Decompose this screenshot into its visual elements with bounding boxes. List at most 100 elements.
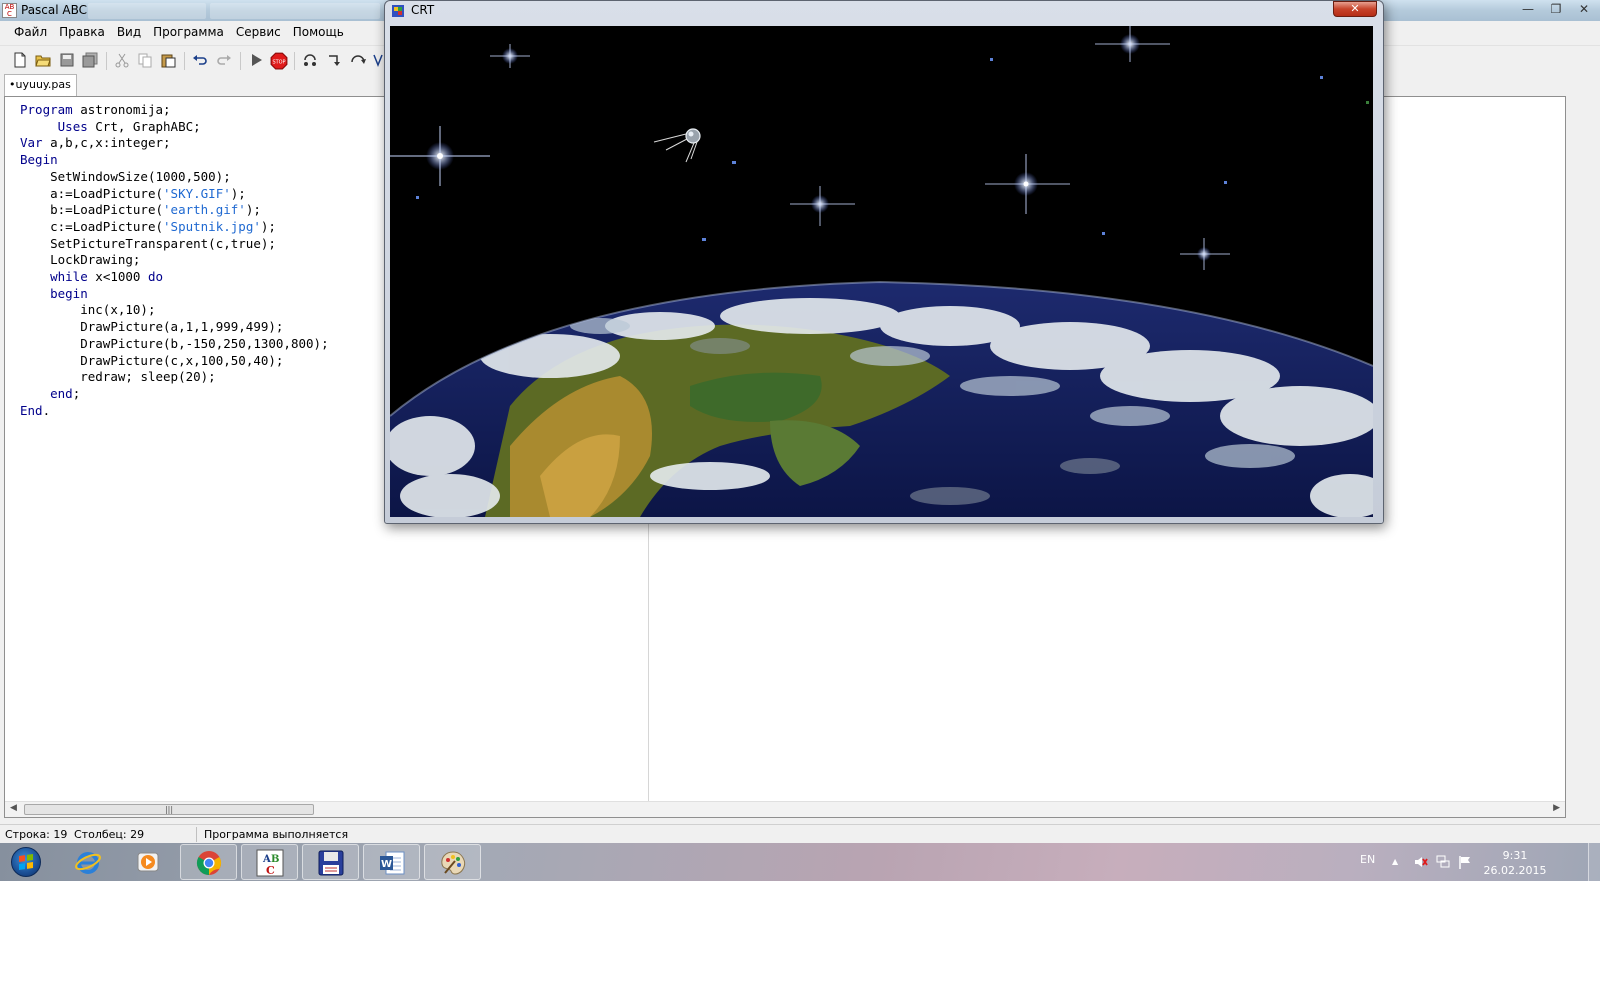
status-column: Столбец: 29 <box>74 828 145 841</box>
undo-icon[interactable] <box>192 52 208 68</box>
taskbar-media-player[interactable] <box>120 844 177 880</box>
small-star <box>990 58 993 61</box>
code-line[interactable]: End. <box>20 403 329 420</box>
small-star <box>416 196 419 199</box>
code-line[interactable]: Var a,b,c,x:integer; <box>20 135 329 152</box>
close-icon[interactable]: ✕ <box>1570 0 1598 18</box>
toolbar-separator <box>294 52 295 70</box>
small-star <box>1224 181 1227 184</box>
clock[interactable]: 9:31 26.02.2015 <box>1480 848 1550 878</box>
run-icon[interactable] <box>248 52 264 68</box>
code-line[interactable]: Program astronomija; <box>20 102 329 119</box>
code-line[interactable]: a:=LoadPicture('SKY.GIF'); <box>20 186 329 203</box>
cut-icon[interactable] <box>114 52 130 68</box>
code-line[interactable]: b:=LoadPicture('earth.gif'); <box>20 202 329 219</box>
code-line[interactable]: inc(x,10); <box>20 302 329 319</box>
taskbar-paint[interactable] <box>424 844 481 880</box>
chrome-icon <box>196 851 222 875</box>
paint-palette-icon <box>441 851 466 875</box>
menu-edit[interactable]: Правка <box>53 25 111 39</box>
system-tray: EN ▲ 9:31 26.02.2015 <box>1330 843 1600 881</box>
scrollbar-thumb[interactable]: ||| <box>24 804 314 815</box>
code-line[interactable]: SetWindowSize(1000,500); <box>20 169 329 186</box>
menu-view[interactable]: Вид <box>111 25 147 39</box>
taskbar-pascal-abc[interactable]: A B C <box>241 844 298 880</box>
open-folder-icon[interactable] <box>35 52 51 68</box>
svg-text:C: C <box>266 864 275 877</box>
svg-text:STOP: STOP <box>272 59 285 65</box>
show-desktop-button[interactable] <box>1588 843 1600 881</box>
windows-taskbar: A B C W EN ▲ 9:31 26.02.2015 <box>0 843 1600 881</box>
code-line[interactable]: SetPictureTransparent(c,true); <box>20 236 329 253</box>
code-line[interactable]: while x<1000 do <box>20 269 329 286</box>
status-message: Программа выполняется <box>204 828 349 841</box>
menu-file[interactable]: Файл <box>8 25 53 39</box>
action-center-flag-icon[interactable] <box>1458 855 1472 869</box>
ghost-taskbar-preview <box>88 3 206 19</box>
code-text[interactable]: Program astronomija; Uses Crt, GraphABC;… <box>20 102 329 419</box>
toolbar-separator <box>184 52 185 70</box>
code-line[interactable]: DrawPicture(c,x,100,50,40); <box>20 353 329 370</box>
file-tab[interactable]: •uyuuy.pas <box>4 74 77 96</box>
clock-date: 26.02.2015 <box>1483 864 1547 877</box>
new-file-icon[interactable] <box>12 52 28 68</box>
code-line[interactable]: c:=LoadPicture('Sputnik.jpg'); <box>20 219 329 236</box>
save-all-icon[interactable] <box>82 52 98 68</box>
scroll-right-icon[interactable]: ▶ <box>1553 803 1560 813</box>
internet-explorer-icon <box>75 852 101 874</box>
code-line[interactable]: DrawPicture(b,-150,250,1300,800); <box>20 336 328 353</box>
status-separator <box>196 827 197 842</box>
code-line[interactable]: LockDrawing; <box>20 252 329 269</box>
speaker-muted-icon[interactable] <box>1414 855 1428 869</box>
ide-window-title: Pascal ABC <box>21 3 88 17</box>
step-over-icon[interactable] <box>326 52 342 68</box>
code-line[interactable]: begin <box>20 286 329 303</box>
media-player-icon <box>137 852 159 872</box>
crt-window-title: CRT <box>411 3 435 17</box>
restore-icon[interactable]: ❐ <box>1542 0 1570 18</box>
taskbar-chrome[interactable] <box>180 844 237 880</box>
code-line[interactable]: redraw; sleep(20); <box>20 369 329 386</box>
scroll-left-icon[interactable]: ◀ <box>10 803 17 813</box>
taskbar-word[interactable]: W <box>363 844 420 880</box>
stop-icon[interactable]: STOP <box>270 52 290 70</box>
horizontal-scrollbar[interactable]: ◀ ||| ▶ <box>5 801 1565 817</box>
step-into-icon[interactable] <box>302 52 318 68</box>
redo-icon[interactable] <box>216 52 232 68</box>
crt-close-button[interactable]: ✕ <box>1333 1 1377 17</box>
status-bar: Строка: 19 Столбец: 29 Программа выполня… <box>0 824 1600 844</box>
pascal-abc-icon: A B C <box>256 849 284 877</box>
menu-service[interactable]: Сервис <box>230 25 287 39</box>
minimize-icon[interactable]: — <box>1514 0 1542 18</box>
small-star <box>1102 232 1105 235</box>
step-out-icon[interactable] <box>350 52 366 68</box>
start-button[interactable] <box>4 844 48 880</box>
menu-help[interactable]: Помощь <box>287 25 350 39</box>
show-hidden-icons-icon[interactable]: ▲ <box>1392 857 1398 866</box>
crt-app-icon <box>392 5 404 17</box>
copy-icon[interactable] <box>137 52 153 68</box>
clock-time: 9:31 <box>1502 849 1528 862</box>
status-row: Строка: 19 <box>5 828 68 841</box>
save-icon[interactable] <box>59 52 75 68</box>
crt-window[interactable]: CRT ✕ <box>384 0 1384 524</box>
menu-program[interactable]: Программа <box>147 25 230 39</box>
floppy-disk-icon <box>318 850 344 876</box>
language-indicator[interactable]: EN <box>1360 853 1375 866</box>
code-line[interactable]: end; <box>20 386 329 403</box>
small-star <box>702 238 706 241</box>
crt-graphics-canvas <box>390 26 1373 517</box>
svg-text:W: W <box>381 859 392 870</box>
code-line[interactable]: Begin <box>20 152 329 169</box>
small-star <box>732 161 736 164</box>
windows-logo-icon <box>19 854 33 870</box>
network-icon[interactable] <box>1436 855 1450 869</box>
small-star <box>1366 101 1369 104</box>
code-line[interactable]: DrawPicture(a,1,1,999,499); <box>20 319 329 336</box>
pascal-abc-app-icon: AB C <box>2 3 17 18</box>
taskbar-save-app[interactable] <box>302 844 359 880</box>
ide-window-controls: — ❐ ✕ <box>1514 0 1598 18</box>
taskbar-internet-explorer[interactable] <box>60 844 117 880</box>
paste-icon[interactable] <box>160 52 176 68</box>
code-line[interactable]: Uses Crt, GraphABC; <box>20 119 329 136</box>
